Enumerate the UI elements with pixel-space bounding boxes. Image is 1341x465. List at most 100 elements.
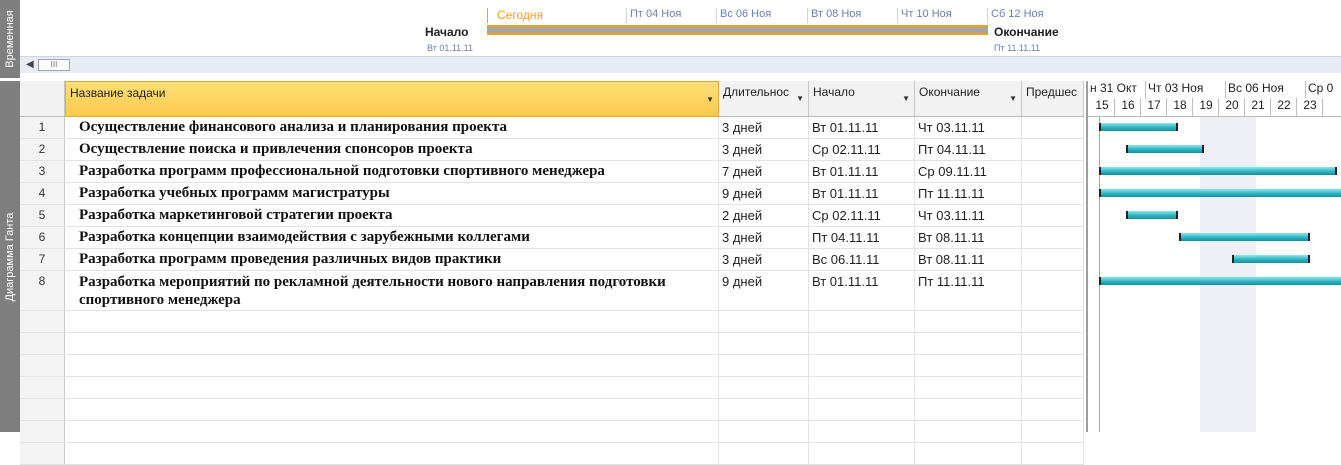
column-header-start[interactable]: Начало ▼ (809, 81, 915, 117)
table-row[interactable]: 7 Разработка программ проведения различны… (20, 249, 1084, 271)
finish-cell[interactable]: Пт 11.11.11 (915, 271, 1022, 310)
task-name-cell[interactable]: Разработка программ проведения различных… (65, 249, 719, 270)
duration-cell[interactable]: 7 дней (719, 161, 809, 182)
gantt-task-bar[interactable] (1178, 233, 1310, 241)
task-name-cell[interactable]: Разработка мероприятий по рекламной деят… (65, 271, 719, 310)
start-cell[interactable]: Ср 02.11.11 (809, 139, 915, 160)
start-cell[interactable]: Пт 04.11.11 (809, 227, 915, 248)
table-row[interactable] (20, 355, 1084, 377)
gantt-task-bar[interactable] (1099, 123, 1178, 131)
start-cell[interactable]: Ср 02.11.11 (809, 205, 915, 226)
row-number[interactable]: 4 (20, 183, 65, 204)
duration-cell[interactable] (719, 443, 809, 464)
table-row[interactable] (20, 421, 1084, 443)
timeline-project-bar[interactable] (487, 25, 988, 35)
task-name-cell[interactable]: Разработка учебных программ магистратуры (65, 183, 719, 204)
gantt-task-bar[interactable] (1125, 211, 1178, 219)
start-cell[interactable]: Вт 01.11.11 (809, 117, 915, 138)
row-number[interactable] (20, 355, 65, 376)
row-number[interactable]: 5 (20, 205, 65, 226)
gantt-task-bar[interactable] (1099, 189, 1341, 197)
finish-cell[interactable] (915, 333, 1022, 354)
finish-cell[interactable] (915, 443, 1022, 464)
table-row[interactable] (20, 333, 1084, 355)
duration-cell[interactable]: 3 дней (719, 227, 809, 248)
predecessors-cell[interactable] (1022, 139, 1084, 160)
finish-cell[interactable]: Пт 11.11.11 (915, 183, 1022, 204)
start-cell[interactable]: Вт 01.11.11 (809, 183, 915, 204)
chevron-down-icon[interactable]: ▼ (1009, 94, 1017, 103)
task-name-cell[interactable] (65, 377, 719, 398)
table-row[interactable]: 2 Осуществление поиска и привлечения спон… (20, 139, 1084, 161)
predecessors-cell[interactable] (1022, 271, 1084, 310)
table-row[interactable]: 3 Разработка программ профессиональной по… (20, 161, 1084, 183)
column-header-finish[interactable]: Окончание ▼ (915, 81, 1022, 117)
finish-cell[interactable]: Пт 04.11.11 (915, 139, 1022, 160)
duration-cell[interactable]: 2 дней (719, 205, 809, 226)
row-number[interactable]: 3 (20, 161, 65, 182)
select-all-corner[interactable] (20, 81, 65, 117)
gantt-task-bar[interactable] (1125, 145, 1204, 153)
row-number[interactable] (20, 333, 65, 354)
row-number[interactable]: 2 (20, 139, 65, 160)
row-number[interactable] (20, 311, 65, 332)
duration-cell[interactable]: 3 дней (719, 249, 809, 270)
table-row[interactable] (20, 377, 1084, 399)
gantt-task-bar[interactable] (1231, 255, 1310, 263)
table-row[interactable]: 4 Разработка учебных программ магистратур… (20, 183, 1084, 205)
table-row[interactable] (20, 399, 1084, 421)
start-cell[interactable] (809, 355, 915, 376)
start-cell[interactable] (809, 377, 915, 398)
row-number[interactable]: 7 (20, 249, 65, 270)
row-number[interactable]: 1 (20, 117, 65, 138)
column-header-predecessors[interactable]: Предшес (1022, 81, 1084, 117)
row-number[interactable]: 6 (20, 227, 65, 248)
predecessors-cell[interactable] (1022, 183, 1084, 204)
timeline-side-tab[interactable]: Временная (0, 0, 20, 78)
finish-cell[interactable]: Чт 03.11.11 (915, 205, 1022, 226)
chevron-down-icon[interactable]: ▼ (796, 94, 804, 103)
row-number[interactable] (20, 443, 65, 464)
predecessors-cell[interactable] (1022, 443, 1084, 464)
duration-cell[interactable]: 9 дней (719, 183, 809, 204)
predecessors-cell[interactable] (1022, 377, 1084, 398)
predecessors-cell[interactable] (1022, 399, 1084, 420)
duration-cell[interactable] (719, 333, 809, 354)
task-name-cell[interactable]: Осуществление финансового анализа и план… (65, 117, 719, 138)
task-name-cell[interactable] (65, 355, 719, 376)
scroll-left-icon[interactable]: ◀ (26, 59, 34, 70)
task-name-cell[interactable]: Разработка маркетинговой стратегии проек… (65, 205, 719, 226)
task-name-cell[interactable] (65, 333, 719, 354)
task-name-cell[interactable]: Разработка программ профессиональной под… (65, 161, 719, 182)
table-row[interactable]: 1 Осуществление финансового анализа и пла… (20, 117, 1084, 139)
table-row[interactable] (20, 443, 1084, 465)
start-cell[interactable] (809, 443, 915, 464)
start-cell[interactable]: Вт 01.11.11 (809, 161, 915, 182)
table-row[interactable]: 5 Разработка маркетинговой стратегии прое… (20, 205, 1084, 227)
predecessors-cell[interactable] (1022, 311, 1084, 332)
task-name-cell[interactable] (65, 443, 719, 464)
duration-cell[interactable]: 9 дней (719, 271, 809, 310)
table-row[interactable]: 8 Разработка мероприятий по рекламной дея… (20, 271, 1084, 311)
gantt-chart[interactable]: н 31 Окт Чт 03 Ноя Вс 06 Ноя Ср 0 15 16 17… (1086, 81, 1341, 432)
predecessors-cell[interactable] (1022, 161, 1084, 182)
predecessors-cell[interactable] (1022, 227, 1084, 248)
predecessors-cell[interactable] (1022, 117, 1084, 138)
duration-cell[interactable] (719, 355, 809, 376)
predecessors-cell[interactable] (1022, 333, 1084, 354)
row-number[interactable]: 8 (20, 271, 65, 310)
duration-cell[interactable] (719, 311, 809, 332)
column-header-name[interactable]: Название задачи ▼ (65, 81, 719, 117)
task-name-cell[interactable] (65, 311, 719, 332)
timeline-scrollbar[interactable]: ◀ III (20, 56, 1341, 73)
gantt-task-bar[interactable] (1099, 277, 1341, 285)
task-name-cell[interactable]: Разработка концепции взаимодействия с за… (65, 227, 719, 248)
predecessors-cell[interactable] (1022, 205, 1084, 226)
predecessors-cell[interactable] (1022, 249, 1084, 270)
chevron-down-icon[interactable]: ▼ (706, 95, 714, 104)
finish-cell[interactable] (915, 399, 1022, 420)
gantt-task-bar[interactable] (1099, 167, 1337, 175)
row-number[interactable] (20, 399, 65, 420)
task-name-cell[interactable] (65, 399, 719, 420)
scroll-thumb[interactable]: III (38, 59, 70, 71)
